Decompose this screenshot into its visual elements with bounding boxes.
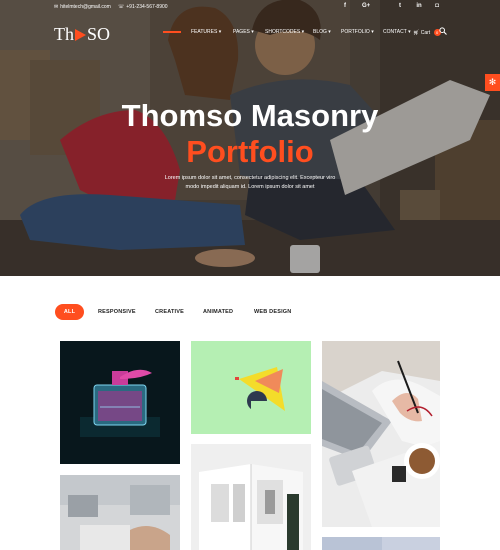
logo-text-start: Th	[54, 24, 74, 44]
phone-icon: ☏	[118, 4, 125, 10]
nav-item-label: FEATURES	[191, 29, 218, 35]
nav-item-blog[interactable]: BLOG ▾	[313, 29, 331, 35]
logo-text-end: SO	[87, 24, 111, 44]
envelope-icon: ✉	[54, 4, 59, 10]
search-icon[interactable]	[439, 27, 447, 35]
settings-side-tab[interactable]: ✻	[485, 74, 500, 91]
cart-icon: 🛒︎	[413, 30, 420, 36]
nav-active-indicator	[163, 31, 181, 33]
portfolio-item-abstract[interactable]	[191, 341, 311, 434]
top-info-bar: ✉ hitelmtech@gmail.com ☏ +91-234-567-890…	[0, 0, 500, 16]
filter-creative[interactable]: CREATIVE	[155, 309, 184, 315]
nav-item-pages[interactable]: PAGES ▾	[233, 29, 254, 35]
portfolio-filter-bar: ALL RESPONSIVE CREATIVE ANIMATED WEB DES…	[0, 300, 500, 326]
gear-icon: ✻	[488, 77, 497, 87]
phone-text: +91-234-567-8900	[126, 4, 168, 10]
facebook-icon[interactable]: f	[341, 3, 349, 9]
portfolio-item-magazine[interactable]	[191, 444, 311, 550]
portfolio-item-writing-desk[interactable]	[322, 341, 440, 527]
portfolio-item-perfume[interactable]	[60, 341, 180, 464]
portfolio-item-partial[interactable]	[322, 537, 440, 550]
hero-description: Lorem ipsum dolor sit amet, consectetur …	[160, 174, 340, 192]
nav-item-label: PAGES	[233, 29, 250, 35]
nav-item-features[interactable]: FEATURES ▾	[191, 29, 221, 35]
filter-web-design[interactable]: WEB DESIGN	[254, 309, 291, 315]
hero-description-line: modo impedit aliquam id. Lorem ipsum dol…	[185, 184, 315, 190]
hero-subtitle: Portfolio	[186, 134, 314, 169]
hero-title: Thomso Masonry	[121, 98, 379, 133]
linkedin-icon[interactable]: in	[415, 3, 423, 9]
filter-responsive[interactable]: RESPONSIVE	[98, 309, 136, 315]
email-contact[interactable]: ✉ hitelmtech@gmail.com	[54, 4, 111, 10]
nav-item-shortcodes[interactable]: SHORTCODES ▾	[265, 29, 304, 35]
filter-animated[interactable]: ANIMATED	[203, 309, 233, 315]
portfolio-item-office[interactable]	[60, 475, 180, 550]
cart-label: Cart	[420, 30, 431, 36]
cart-button[interactable]: 🛒︎ Cart 0	[413, 29, 441, 36]
instagram-icon[interactable]: ◘	[433, 3, 441, 9]
nav-item-contact[interactable]: CONTACT ▾	[383, 29, 411, 35]
google-plus-icon[interactable]: G+	[362, 3, 370, 9]
email-text: hitelmtech@gmail.com	[60, 4, 111, 10]
nav-item-label: PORTFOLIO	[341, 29, 370, 35]
phone-contact[interactable]: ☏ +91-234-567-8900	[118, 4, 168, 10]
nav-item-portfolio[interactable]: PORTFOLIO ▾	[341, 29, 374, 35]
play-icon	[75, 28, 86, 41]
filter-all[interactable]: ALL	[55, 304, 84, 320]
nav-item-label: SHORTCODES	[265, 29, 301, 35]
site-logo[interactable]: Th SO	[54, 24, 110, 45]
hero-description-line: Lorem ipsum dolor sit amet, consectetur …	[164, 175, 336, 181]
nav-item-label: BLOG	[313, 29, 327, 35]
nav-item-label: CONTACT	[383, 29, 407, 35]
hero-section: ✉ hitelmtech@gmail.com ☏ +91-234-567-890…	[0, 0, 500, 276]
twitter-icon[interactable]: t	[396, 3, 404, 9]
